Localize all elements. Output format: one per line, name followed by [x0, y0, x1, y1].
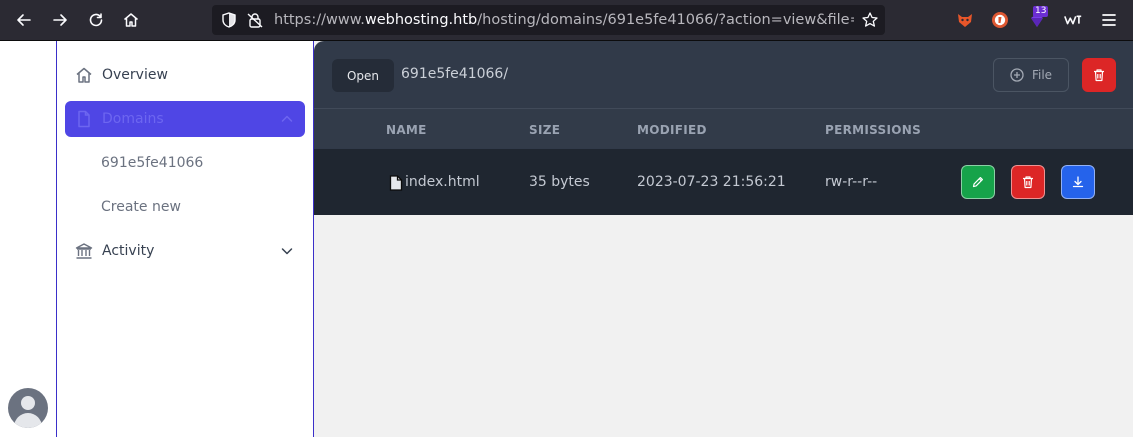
sidebar-subitem-create-new[interactable]: Create new: [101, 199, 181, 215]
table-header: NAME SIZE MODIFIED PERMISSIONS: [314, 108, 1133, 148]
menu-icon[interactable]: [1099, 10, 1119, 30]
star-icon[interactable]: [861, 11, 879, 29]
column-header-permissions[interactable]: PERMISSIONS: [825, 123, 921, 137]
sidebar-item-activity[interactable]: Activity: [65, 233, 305, 269]
current-path: 691e5fe41066/: [401, 66, 509, 82]
url-host: webhosting.htb: [364, 12, 478, 28]
shield-icon[interactable]: [220, 11, 238, 29]
table-row[interactable]: index.html 35 bytes 2023-07-23 21:56:21 …: [314, 149, 1133, 215]
open-button[interactable]: Open: [332, 59, 394, 92]
column-header-modified[interactable]: MODIFIED: [637, 123, 707, 137]
file-permissions: rw-r--r--: [825, 174, 878, 190]
avatar-head: [21, 396, 35, 410]
sidebar-item-overview[interactable]: Overview: [65, 57, 305, 93]
url-bar[interactable]: https://www.webhosting.htb/hosting/domai…: [212, 5, 885, 35]
trash-icon: [1094, 69, 1104, 82]
avatar[interactable]: [8, 388, 48, 428]
delete-file-button[interactable]: [1011, 165, 1045, 199]
home-icon: [74, 65, 94, 85]
duck-extension-icon[interactable]: [990, 10, 1010, 30]
download-button[interactable]: [1061, 165, 1095, 199]
delete-directory-button[interactable]: [1082, 58, 1116, 92]
home-icon[interactable]: [119, 8, 143, 32]
main-content: Open 691e5fe41066/ File NAME SIZE MODIFI…: [314, 41, 1133, 437]
plus-circle-icon: [1010, 68, 1024, 82]
url-prefix: https://www.: [274, 12, 365, 28]
browser-toolbar: https://www.webhosting.htb/hosting/domai…: [0, 0, 1133, 41]
new-file-button[interactable]: File: [993, 58, 1069, 92]
file-size: 35 bytes: [529, 174, 590, 190]
fox-extension-icon[interactable]: [955, 10, 975, 30]
url-path: /hosting/domains/691e5fe41066/?action=vi…: [477, 12, 854, 28]
lock-icon[interactable]: [246, 11, 264, 29]
back-icon[interactable]: [12, 8, 36, 32]
trash-icon: [1023, 176, 1033, 189]
document-icon: [74, 109, 94, 129]
forward-icon[interactable]: [48, 8, 72, 32]
sidebar-subitem-domain[interactable]: 691e5fe41066: [101, 155, 203, 171]
file-modified: 2023-07-23 21:56:21: [637, 174, 786, 190]
sidebar-item-domains[interactable]: Domains: [65, 101, 305, 137]
reload-icon[interactable]: [84, 8, 108, 32]
file-name[interactable]: index.html: [405, 174, 480, 190]
chevron-up-icon[interactable]: [279, 111, 295, 127]
file-icon: [389, 175, 403, 191]
download-icon: [1072, 176, 1084, 188]
sidebar-item-label: Activity: [102, 243, 155, 259]
file-browser-panel: Open 691e5fe41066/ File NAME SIZE MODIFI…: [314, 41, 1133, 215]
bank-icon: [74, 241, 94, 261]
sidebar-item-label: Overview: [102, 67, 168, 83]
wappalyzer-extension-icon[interactable]: [1063, 10, 1083, 30]
new-file-label: File: [1031, 68, 1053, 82]
url-text[interactable]: https://www.webhosting.htb/hosting/domai…: [274, 11, 854, 29]
column-header-name[interactable]: NAME: [386, 123, 427, 137]
pencil-icon: [972, 177, 983, 188]
column-header-size[interactable]: SIZE: [529, 123, 560, 137]
sidebar-item-label: Domains: [102, 111, 164, 127]
avatar-body: [14, 413, 42, 428]
edit-button[interactable]: [961, 165, 995, 199]
extension-badge: 13: [1033, 6, 1049, 17]
sidebar: Overview Domains 691e5fe41066 Create new…: [57, 41, 314, 437]
chevron-down-icon[interactable]: [279, 243, 295, 259]
app-rail: [0, 41, 57, 437]
